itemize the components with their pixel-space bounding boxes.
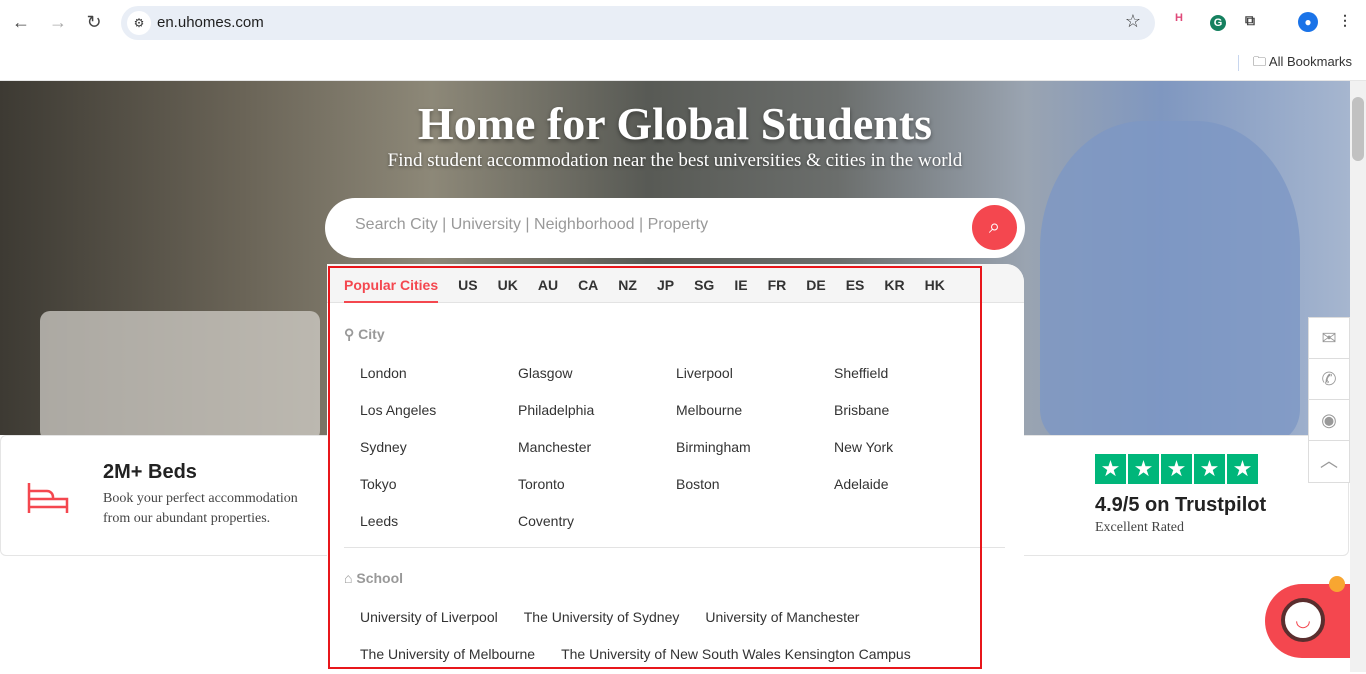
divider [344,547,1005,548]
city-link[interactable]: Glasgow [518,365,676,383]
tab-hk[interactable]: HK [925,264,945,303]
city-link[interactable]: Sheffield [834,365,992,383]
city-link[interactable]: London [360,365,518,383]
trustpilot-stars: ★ ★ ★ ★ ★ [1095,454,1258,484]
grammarly-icon[interactable]: G [1210,15,1226,31]
site-settings-icon[interactable]: ⚙ [127,11,151,35]
tab-kr[interactable]: KR [884,264,904,303]
location-pin-icon: ⚲ [344,326,359,342]
city-link[interactable]: Toronto [518,476,676,494]
search-input[interactable] [355,216,955,234]
search-bar: ⌕ [325,198,1025,258]
star-icon: ★ [1161,454,1192,484]
school-section-header: ⌂ School [344,570,404,586]
search-dropdown: Popular Cities US UK AU CA NZ JP SG IE FR DE ES KR HK… [327,264,1024,674]
city-link[interactable]: New York [834,439,992,457]
chat-agent-icon: ◡ [1281,598,1325,642]
reload-icon[interactable]: ↻ [83,12,105,33]
tab-de[interactable]: DE [806,264,825,303]
back-icon[interactable]: ← [10,12,32,33]
forward-icon[interactable]: → [47,12,69,33]
extensions-puzzle-icon[interactable]: ⧉ [1245,12,1255,29]
trustpilot-card: ★ ★ ★ ★ ★ 4.9/5 on Trustpilot Excellent Rate… [1000,435,1349,556]
city-section-header: ⚲ City [344,326,385,342]
school-link[interactable]: The University of Sydney [524,609,680,625]
address-bar[interactable]: ⚙ en.uhomes.com ☆ [121,6,1155,40]
extension-icon[interactable]: H [1175,12,1183,24]
bookmark-star-icon[interactable]: ☆ [1125,11,1141,32]
beds-title: 2M+ Beds [103,461,197,483]
chat-support-button[interactable]: ◡ [1265,584,1350,658]
city-link[interactable]: Liverpool [676,365,834,383]
tab-ie[interactable]: IE [734,264,747,303]
tab-ca[interactable]: CA [578,264,598,303]
tab-sg[interactable]: SG [694,264,714,303]
country-tabs: Popular Cities US UK AU CA NZ JP SG IE FR DE ES KR HK [327,264,1024,303]
city-link[interactable]: Coventry [518,513,676,531]
school-link[interactable]: The University of New South Wales Kensin… [561,646,911,662]
menu-kebab-icon[interactable]: ⋮ [1338,12,1352,29]
city-link[interactable]: Birmingham [676,439,834,457]
tab-jp[interactable]: JP [657,264,674,303]
hero-title: Home for Global Students [417,98,933,149]
tab-uk[interactable]: UK [498,264,518,303]
city-link[interactable]: Sydney [360,439,518,457]
phone-icon[interactable]: ✆ [1309,359,1349,400]
hero-subtitle: Find student accommodation near the best… [387,150,963,171]
city-link[interactable]: Manchester [518,439,676,457]
folder-icon: 🗀 [1253,54,1269,69]
search-button[interactable]: ⌕ [972,205,1017,250]
city-link[interactable]: Leeds [360,513,518,531]
rating-desc: Excellent Rated [1095,520,1185,535]
back-to-top-icon[interactable]: ︿ [1309,441,1349,482]
tab-es[interactable]: ES [846,264,865,303]
email-icon[interactable]: ✉ [1309,318,1349,359]
star-icon: ★ [1227,454,1258,484]
rating-title: 4.9/5 on Trustpilot [1095,494,1267,516]
city-link[interactable]: Philadelphia [518,402,676,420]
contact-sidebar: ✉ ✆ ◉ ︿ [1308,317,1350,483]
beds-desc-2: from our abundant properties. [103,511,271,526]
star-icon: ★ [1095,454,1126,484]
city-link[interactable]: Melbourne [676,402,834,420]
tab-us[interactable]: US [458,264,477,303]
star-icon: ★ [1128,454,1159,484]
tab-popular-cities[interactable]: Popular Cities [344,264,439,303]
city-link[interactable]: Brisbane [834,402,992,420]
school-list: University of Liverpool The University of… [360,609,859,625]
city-link[interactable]: Los Angeles [360,402,518,420]
notification-dot [1329,576,1345,592]
scrollbar[interactable] [1350,81,1366,672]
url-text: en.uhomes.com [157,14,264,31]
tab-au[interactable]: AU [538,264,558,303]
school-icon: ⌂ [344,570,357,586]
bookmarks-bar[interactable]: 🗀 All Bookmarks [1238,53,1352,75]
beds-card: 2M+ Beds Book your perfect accommodation… [0,435,340,556]
school-link[interactable]: University of Manchester [705,609,859,625]
school-link[interactable]: University of Liverpool [360,609,498,625]
browser-chrome: ← → ↻ ⚙ en.uhomes.com ☆ H G ⧉ ● ⋮ 🗀 All … [0,0,1366,81]
beds-desc-1: Book your perfect accommodation [103,491,298,506]
tab-fr[interactable]: FR [768,264,787,303]
search-icon: ⌕ [988,216,1001,238]
bed-icon [27,483,69,513]
city-link[interactable]: Tokyo [360,476,518,494]
city-link[interactable]: Boston [676,476,834,494]
school-list: The University of Melbourne The Universit… [360,646,911,662]
whatsapp-icon[interactable]: ◉ [1309,400,1349,441]
tab-nz[interactable]: NZ [618,264,637,303]
star-icon: ★ [1194,454,1225,484]
all-bookmarks[interactable]: All Bookmarks [1269,54,1352,69]
city-list: London Glasgow Liverpool Sheffield Los Angel… [360,365,1000,531]
school-link[interactable]: The University of Melbourne [360,646,535,662]
profile-avatar-icon[interactable]: ● [1298,12,1318,32]
city-link[interactable]: Adelaide [834,476,992,494]
